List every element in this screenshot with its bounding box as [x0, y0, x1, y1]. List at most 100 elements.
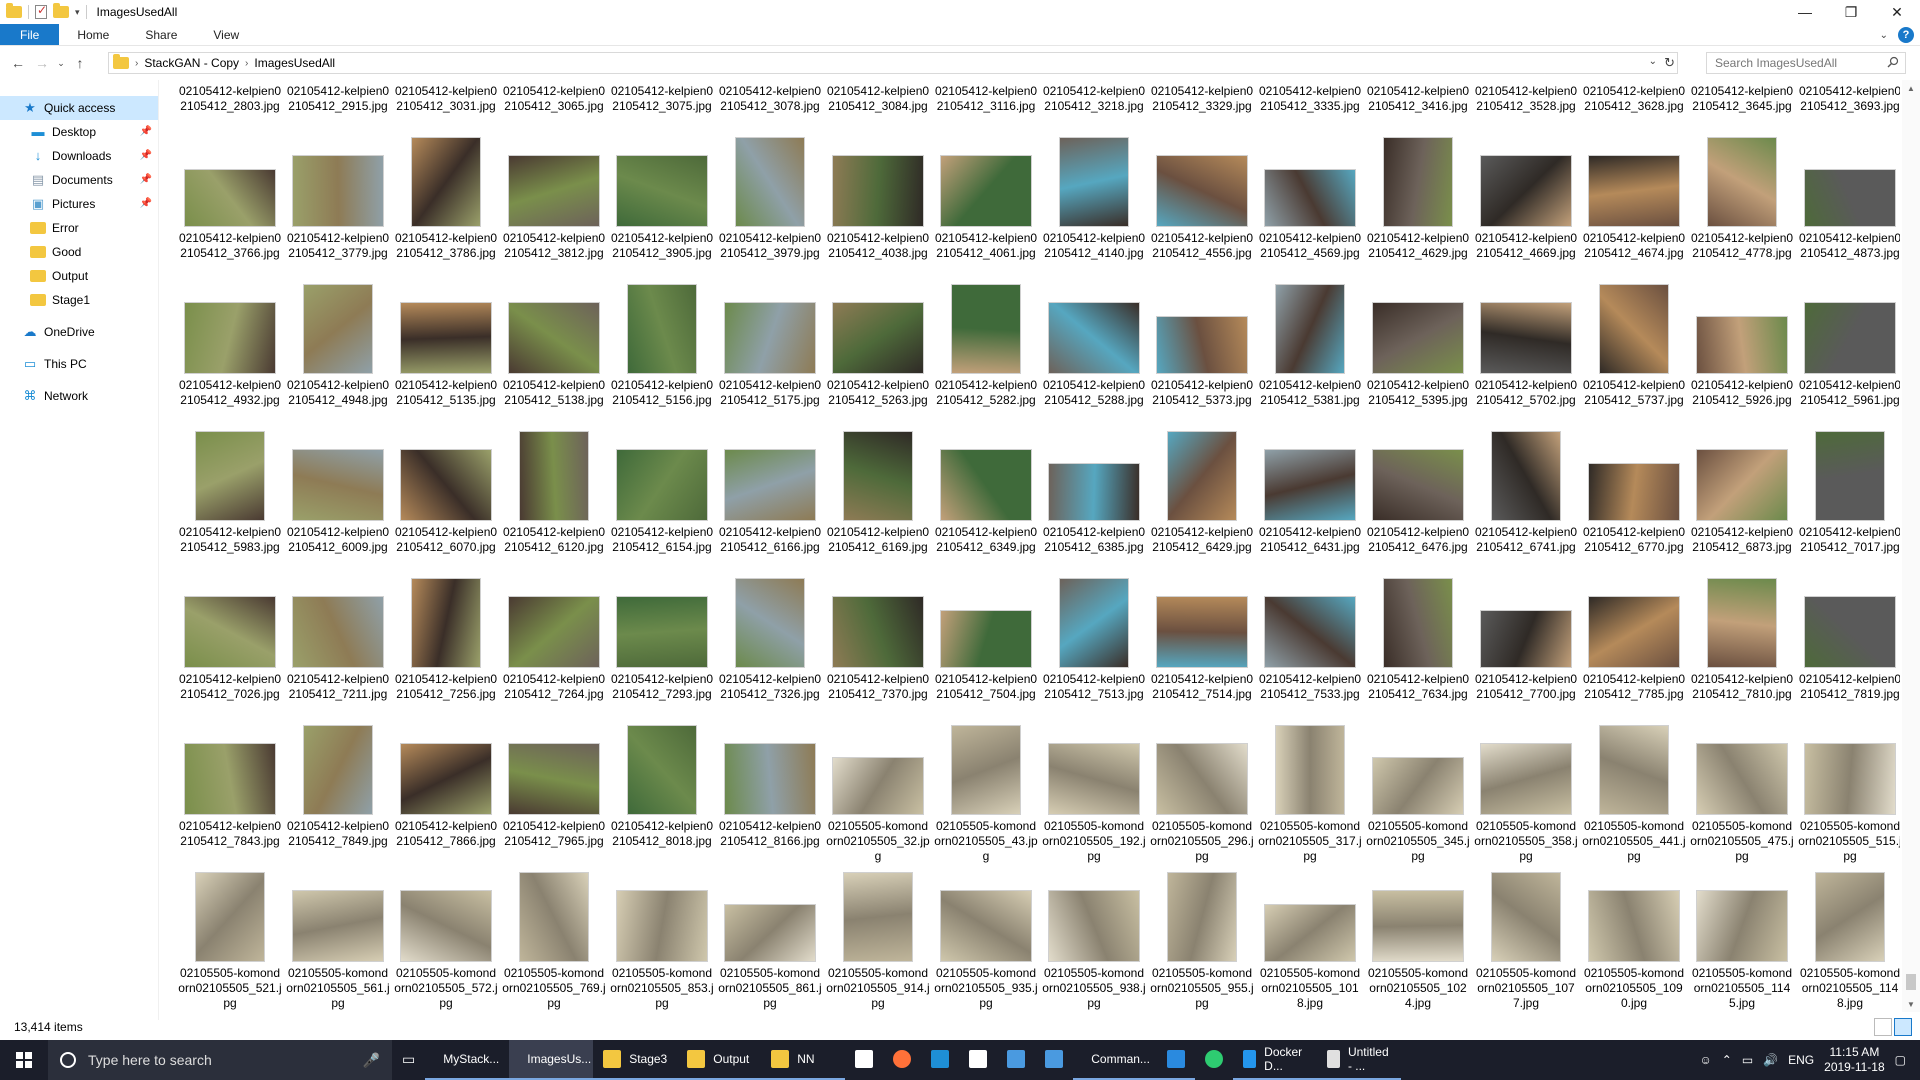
- taskbar-app-mail[interactable]: [959, 1040, 997, 1080]
- file-item[interactable]: 02105412-kelpien02105412_6154.jpg: [608, 425, 716, 572]
- file-item[interactable]: 02105412-kelpien02105412_4873.jpg: [1796, 131, 1900, 278]
- file-item[interactable]: 02105412-kelpien02105412_4629.jpg: [1364, 131, 1472, 278]
- vertical-scrollbar[interactable]: ▲ ▼: [1902, 80, 1920, 1012]
- tab-home[interactable]: Home: [59, 24, 127, 45]
- file-item[interactable]: 02105412-kelpien02105412_7819.jpg: [1796, 572, 1900, 719]
- scroll-up-icon[interactable]: ▲: [1902, 80, 1920, 96]
- language-indicator[interactable]: ENG: [1788, 1053, 1814, 1067]
- file-item[interactable]: 02105412-kelpien02105412_7264.jpg: [500, 572, 608, 719]
- file-item[interactable]: 02105412-kelpien02105412_2803.jpg: [176, 84, 284, 131]
- file-item[interactable]: 02105412-kelpien02105412_6349.jpg: [932, 425, 1040, 572]
- file-item[interactable]: 02105412-kelpien02105412_7504.jpg: [932, 572, 1040, 719]
- file-item[interactable]: 02105412-kelpien02105412_6429.jpg: [1148, 425, 1256, 572]
- file-item[interactable]: 02105412-kelpien02105412_3335.jpg: [1256, 84, 1364, 131]
- file-item[interactable]: 02105412-kelpien02105412_4932.jpg: [176, 278, 284, 425]
- scroll-down-icon[interactable]: ▼: [1902, 996, 1920, 1012]
- taskbar-app-folder[interactable]: Output: [677, 1040, 762, 1080]
- file-item[interactable]: 02105412-kelpien02105412_7326.jpg: [716, 572, 824, 719]
- file-item[interactable]: 02105412-kelpien02105412_5282.jpg: [932, 278, 1040, 425]
- file-item[interactable]: 02105412-kelpien02105412_3416.jpg: [1364, 84, 1472, 131]
- sidebar-item-good[interactable]: Good: [0, 240, 158, 264]
- file-item[interactable]: 02105412-kelpien02105412_5926.jpg: [1688, 278, 1796, 425]
- file-item[interactable]: 02105412-kelpien02105412_7634.jpg: [1364, 572, 1472, 719]
- address-dropdown-icon[interactable]: ⌄: [1649, 56, 1657, 67]
- customize-quick-access-icon[interactable]: ▾: [75, 7, 80, 18]
- file-item[interactable]: 02105505-komondorn02105505_1077.jpg: [1472, 866, 1580, 1012]
- file-item[interactable]: 02105505-komondorn02105505_853.jpg: [608, 866, 716, 1012]
- file-item[interactable]: 02105412-kelpien02105412_7700.jpg: [1472, 572, 1580, 719]
- taskbar-app-app[interactable]: [997, 1040, 1035, 1080]
- task-view-button[interactable]: ▭: [392, 1040, 425, 1080]
- taskbar-app-folder[interactable]: ImagesUs...: [509, 1040, 594, 1080]
- file-item[interactable]: 02105412-kelpien02105412_4140.jpg: [1040, 131, 1148, 278]
- sidebar-item-downloads[interactable]: ↓ Downloads 📌: [0, 144, 158, 168]
- file-item[interactable]: 02105505-komondorn02105505_935.jpg: [932, 866, 1040, 1012]
- sidebar-item-documents[interactable]: ▤ Documents 📌: [0, 168, 158, 192]
- file-item[interactable]: 02105505-komondorn02105505_955.jpg: [1148, 866, 1256, 1012]
- properties-icon[interactable]: [35, 3, 47, 19]
- file-item[interactable]: 02105505-komondorn02105505_914.jpg: [824, 866, 932, 1012]
- file-item[interactable]: 02105412-kelpien02105412_5373.jpg: [1148, 278, 1256, 425]
- taskbar-app-docker[interactable]: Docker D...: [1233, 1040, 1318, 1080]
- file-item[interactable]: 02105412-kelpien02105412_7849.jpg: [284, 719, 392, 866]
- sidebar-item-desktop[interactable]: ▬ Desktop 📌: [0, 120, 158, 144]
- file-item[interactable]: 02105412-kelpien02105412_5288.jpg: [1040, 278, 1148, 425]
- file-item[interactable]: 02105412-kelpien02105412_3329.jpg: [1148, 84, 1256, 131]
- file-item[interactable]: 02105412-kelpien02105412_3693.jpg: [1796, 84, 1900, 131]
- file-item[interactable]: 02105412-kelpien02105412_3645.jpg: [1688, 84, 1796, 131]
- sidebar-item-error[interactable]: Error: [0, 216, 158, 240]
- new-folder-icon[interactable]: [53, 3, 69, 18]
- people-icon[interactable]: ☺: [1700, 1053, 1712, 1067]
- sidebar-item-output[interactable]: Output: [0, 264, 158, 288]
- file-item[interactable]: 02105505-komondorn02105505_192.jpg: [1040, 719, 1148, 866]
- file-item[interactable]: 02105505-komondorn02105505_561.jpg: [284, 866, 392, 1012]
- file-item[interactable]: 02105505-komondorn02105505_769.jpg: [500, 866, 608, 1012]
- file-item[interactable]: 02105505-komondorn02105505_32.jpg: [824, 719, 932, 866]
- file-item[interactable]: 02105412-kelpien02105412_3528.jpg: [1472, 84, 1580, 131]
- large-icons-view-icon[interactable]: [1894, 1018, 1912, 1036]
- recent-locations-button[interactable]: ⌄: [54, 51, 68, 75]
- sidebar-item-stage1[interactable]: Stage1: [0, 288, 158, 312]
- file-item[interactable]: 02105412-kelpien02105412_8166.jpg: [716, 719, 824, 866]
- address-bar[interactable]: › StackGAN - Copy › ImagesUsedAll ⌄ ↻: [108, 52, 1678, 74]
- file-item[interactable]: 02105505-komondorn02105505_515.jpg: [1796, 719, 1900, 866]
- file-item[interactable]: 02105412-kelpien02105412_5263.jpg: [824, 278, 932, 425]
- file-item[interactable]: 02105412-kelpien02105412_3031.jpg: [392, 84, 500, 131]
- action-center-icon[interactable]: ▢: [1895, 1053, 1906, 1067]
- minimize-button[interactable]: —: [1782, 0, 1828, 24]
- file-item[interactable]: 02105412-kelpien02105412_3766.jpg: [176, 131, 284, 278]
- start-button[interactable]: [0, 1040, 48, 1080]
- file-item[interactable]: 02105412-kelpien02105412_7211.jpg: [284, 572, 392, 719]
- taskbar-app-pycharm[interactable]: [921, 1040, 959, 1080]
- file-item[interactable]: 02105412-kelpien02105412_7256.jpg: [392, 572, 500, 719]
- file-item[interactable]: 02105412-kelpien02105412_3979.jpg: [716, 131, 824, 278]
- file-item[interactable]: 02105505-komondorn02105505_475.jpg: [1688, 719, 1796, 866]
- file-item[interactable]: 02105412-kelpien02105412_5961.jpg: [1796, 278, 1900, 425]
- sidebar-item-network[interactable]: ⌘ Network: [0, 384, 158, 408]
- file-item[interactable]: 02105412-kelpien02105412_5175.jpg: [716, 278, 824, 425]
- file-item[interactable]: 02105505-komondorn02105505_317.jpg: [1256, 719, 1364, 866]
- file-item[interactable]: 02105412-kelpien02105412_3218.jpg: [1040, 84, 1148, 131]
- expand-ribbon-icon[interactable]: ⌄: [1880, 30, 1888, 41]
- file-item[interactable]: 02105412-kelpien02105412_5737.jpg: [1580, 278, 1688, 425]
- file-item[interactable]: 02105412-kelpien02105412_3065.jpg: [500, 84, 608, 131]
- file-item[interactable]: 02105412-kelpien02105412_6770.jpg: [1580, 425, 1688, 572]
- file-item[interactable]: 02105412-kelpien02105412_3779.jpg: [284, 131, 392, 278]
- file-item[interactable]: 02105412-kelpien02105412_3905.jpg: [608, 131, 716, 278]
- file-item[interactable]: 02105412-kelpien02105412_4669.jpg: [1472, 131, 1580, 278]
- file-item[interactable]: 02105412-kelpien02105412_8018.jpg: [608, 719, 716, 866]
- taskbar-app-folder[interactable]: Stage3: [593, 1040, 678, 1080]
- file-item[interactable]: 02105412-kelpien02105412_4569.jpg: [1256, 131, 1364, 278]
- sidebar-item-onedrive[interactable]: ☁ OneDrive: [0, 320, 158, 344]
- file-item[interactable]: 02105412-kelpien02105412_4778.jpg: [1688, 131, 1796, 278]
- file-item[interactable]: 02105412-kelpien02105412_6476.jpg: [1364, 425, 1472, 572]
- file-item[interactable]: 02105412-kelpien02105412_7293.jpg: [608, 572, 716, 719]
- file-item[interactable]: 02105412-kelpien02105412_5135.jpg: [392, 278, 500, 425]
- sidebar-item-pictures[interactable]: ▣ Pictures 📌: [0, 192, 158, 216]
- taskbar-search[interactable]: Type here to search 🎤: [48, 1040, 392, 1080]
- refresh-icon[interactable]: ↻: [1664, 55, 1675, 71]
- file-item[interactable]: 02105412-kelpien02105412_3084.jpg: [824, 84, 932, 131]
- file-item[interactable]: 02105412-kelpien02105412_6431.jpg: [1256, 425, 1364, 572]
- taskbar-app-window[interactable]: [1035, 1040, 1073, 1080]
- sidebar-item-this-pc[interactable]: ▭ This PC: [0, 352, 158, 376]
